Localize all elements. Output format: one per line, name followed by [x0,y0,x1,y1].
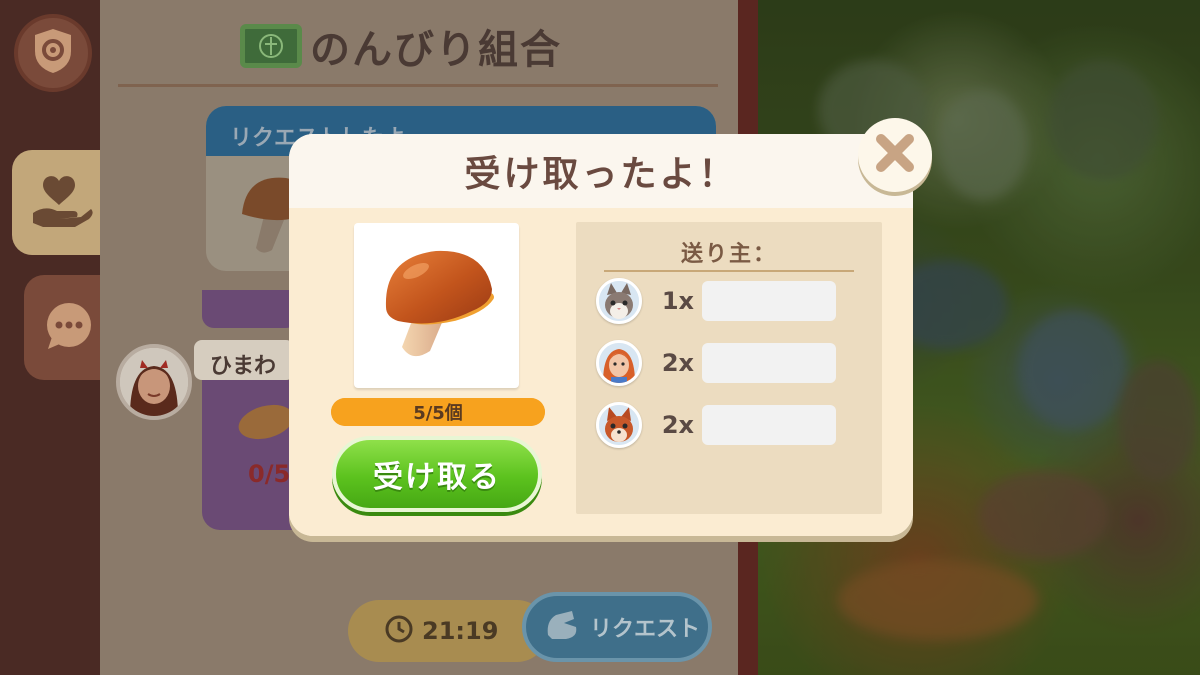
sender-row: 2x [596,402,836,448]
sender-title: 送り主： [680,242,777,267]
gear-shield-icon [31,27,75,79]
mushroom-icon [372,239,502,373]
member-name: ひまわ [210,354,277,379]
close-icon [873,131,917,179]
guild-title-row: のんびり組合 [240,22,562,73]
bread-icon [238,404,294,440]
clock-icon [384,614,414,648]
member-name-label: ひまわ [194,340,294,380]
sender-divider [604,270,854,272]
timer-pill: 21:19 [348,600,548,662]
dialog-title: 受け取ったよ！ [464,154,738,195]
sender-name-field [702,281,836,321]
sender-name-field [702,343,836,383]
dialog-body: 5/5個 受け取る 送り主： 1x 2x 2x [289,208,913,536]
request-button-label: リクエスト [590,617,701,642]
girl-avatar[interactable] [596,340,642,386]
avatar[interactable] [116,344,192,420]
sender-count: 2x [661,411,694,439]
heart-hand-icon [29,173,95,233]
receive-button-label: 受け取る [373,460,501,495]
close-button[interactable] [858,118,932,192]
timer-text: 21:19 [422,617,499,645]
bread-progress: 0/5 [248,460,291,488]
request-button[interactable]: リクエスト [522,592,712,662]
sender-name-field [702,405,836,445]
received-dialog: 受け取ったよ！ 5/5個 受け取る 送り主： 1x 2x 2x [289,134,913,536]
purple-tab [202,290,298,328]
chat-bubble-icon [42,301,96,355]
receive-button[interactable]: 受け取る [332,436,542,512]
guild-name: のんびり組合 [310,27,562,73]
help-request-button[interactable] [12,150,112,255]
settings-button[interactable] [14,14,92,92]
item-frame [354,223,519,388]
progress-bar: 5/5個 [331,398,545,426]
sender-count: 1x [661,287,694,315]
sender-row: 1x [596,278,836,324]
progress-text: 5/5個 [413,403,463,424]
squirrel-avatar[interactable] [596,402,642,448]
sender-row: 2x [596,340,836,386]
sender-count: 2x [661,349,694,377]
dialog-header: 受け取ったよ！ [289,134,913,208]
title-divider [118,84,718,87]
guild-flag-icon [240,24,302,68]
sender-panel: 送り主： 1x 2x 2x [576,222,882,514]
member-request-card[interactable] [202,380,298,530]
cat-avatar[interactable] [596,278,642,324]
request-icon [542,605,582,649]
